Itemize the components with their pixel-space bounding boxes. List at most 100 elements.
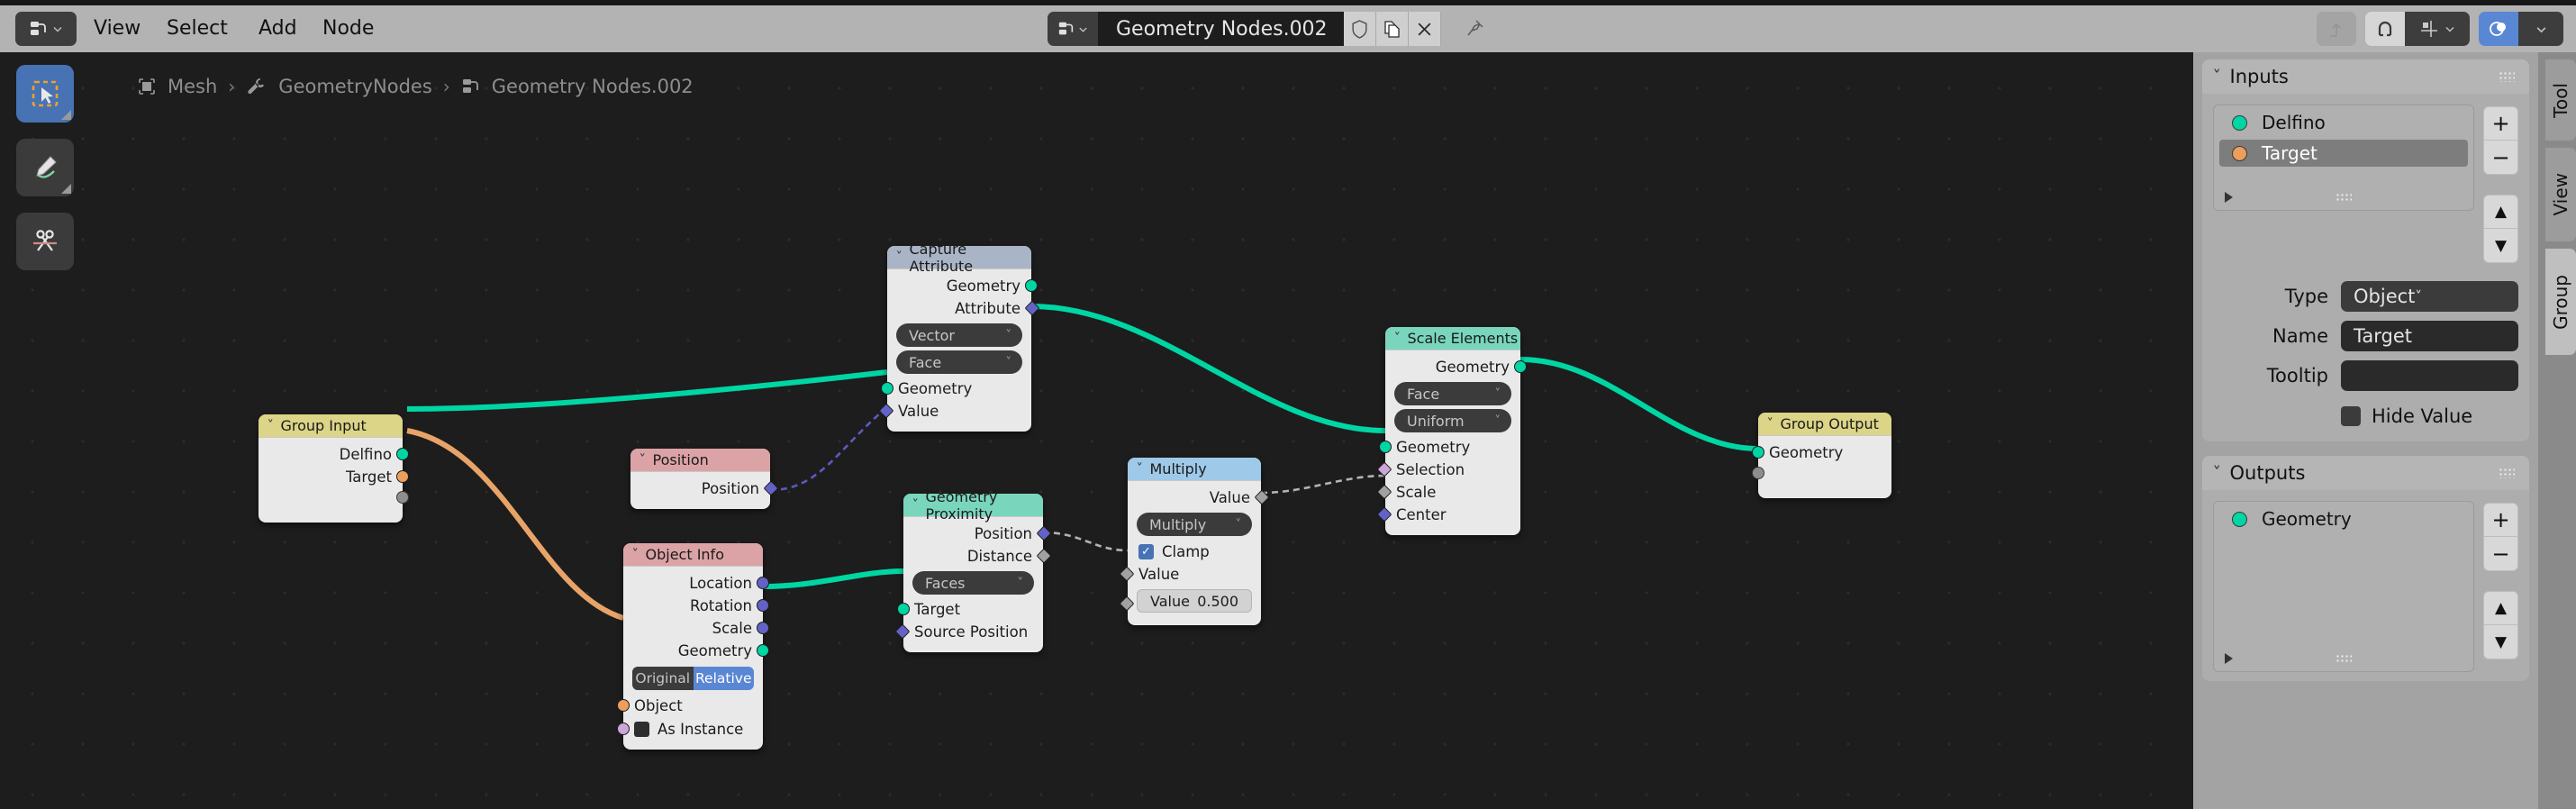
socket-geometry-input[interactable] (1379, 441, 1392, 453)
outputs-panel-header[interactable]: ˅ Outputs (2202, 456, 2529, 490)
socket-distance-output[interactable] (1036, 548, 1052, 564)
collapse-chevron-icon[interactable]: ˅ (268, 419, 274, 432)
socket-geometry-input[interactable] (1752, 446, 1764, 459)
list-resize-grip-icon[interactable] (2336, 193, 2352, 202)
node-socket-row-target-in[interactable]: Target (897, 598, 1043, 621)
node-socket-row-object-in[interactable]: Object (617, 695, 763, 717)
node-header[interactable]: ˅ Multiply (1128, 458, 1261, 481)
inputs-panel-header[interactable]: ˅ Inputs (2202, 59, 2529, 94)
socket-value-input-2[interactable] (1119, 595, 1135, 612)
tab-tool[interactable]: Tool (2544, 59, 2576, 141)
tool-annotate[interactable] (16, 139, 74, 196)
node-socket-row-position-out[interactable]: Position (903, 523, 1052, 545)
outputs-list-footer[interactable] (2214, 646, 2473, 671)
node-editor-canvas[interactable]: Mesh › GeometryNodes › Geometry Nodes.00… (0, 52, 2193, 809)
socket-selection-input[interactable] (1376, 461, 1392, 477)
unlink-button[interactable] (1408, 12, 1441, 46)
node-socket-row-geometry-out[interactable]: Geometry (887, 275, 1038, 297)
tab-group[interactable]: Group (2544, 249, 2576, 355)
node-header[interactable]: ˅ Object Info (623, 543, 763, 567)
menu-add[interactable]: Add (257, 15, 299, 42)
socket-object-input[interactable] (617, 699, 630, 712)
tool-tweak-select-box[interactable] (16, 65, 74, 123)
collapse-chevron-icon[interactable]: ˅ (1767, 417, 1773, 431)
data-type-dropdown[interactable]: Vector ˅ (896, 323, 1022, 347)
node-socket-row-source-position-in[interactable]: Source Position (894, 621, 1043, 643)
node-socket-row-location[interactable]: Location (623, 572, 769, 595)
menu-node[interactable]: Node (321, 15, 376, 42)
outputs-list[interactable]: Geometry (2213, 501, 2474, 672)
remove-input-button[interactable]: − (2483, 141, 2518, 175)
node-header[interactable]: ˅ Position (630, 449, 770, 472)
node-header[interactable]: ˅ Geometry Proximity (903, 488, 1043, 523)
node-socket-row-geometry-in[interactable]: Geometry (881, 377, 1031, 400)
pin-button[interactable] (1459, 12, 1490, 46)
hide-value-row[interactable]: Hide Value (2341, 405, 2529, 427)
toggle-option-original[interactable]: Original (632, 667, 694, 690)
value-field[interactable]: Value 0.500 (1137, 589, 1252, 613)
tool-links-cut[interactable] (16, 213, 74, 270)
inputs-list-footer[interactable] (2214, 185, 2473, 210)
clamp-row[interactable]: ✓ Clamp (1128, 540, 1261, 563)
target-element-dropdown[interactable]: Faces ˅ (912, 571, 1034, 595)
tab-view[interactable]: View (2544, 148, 2576, 241)
node-socket-row-target[interactable]: Target (259, 466, 409, 488)
node-header[interactable]: ˅ Group Input (259, 414, 403, 438)
node-socket-row-geometry-out[interactable]: Geometry (1385, 356, 1527, 378)
node-scale-elements[interactable]: ˅ Scale Elements Geometry Face ˅ Uniform… (1376, 327, 1527, 535)
socket-target-input[interactable] (897, 603, 910, 615)
editor-type-button[interactable] (15, 12, 77, 46)
socket-value-input[interactable] (878, 403, 894, 419)
parent-node-group-button[interactable] (2317, 12, 2356, 46)
socket-value-input-1[interactable] (1119, 566, 1135, 582)
socket-value-output[interactable] (1254, 489, 1270, 505)
overlays-toggle-button[interactable] (2479, 12, 2518, 46)
tooltip-input[interactable] (2341, 360, 2518, 391)
socket-scale-input[interactable] (1376, 484, 1392, 500)
move-input-up-button[interactable]: ▲ (2483, 195, 2518, 229)
list-item[interactable]: Target (2219, 140, 2468, 167)
expand-triangle-icon[interactable] (2225, 192, 2233, 203)
breadcrumb-item-geometrynodes[interactable]: GeometryNodes (278, 76, 431, 97)
socket-center-input[interactable] (1376, 506, 1392, 523)
node-socket-row-distance-out[interactable]: Distance (903, 545, 1052, 568)
snap-toggle-button[interactable] (2365, 12, 2405, 46)
add-output-button[interactable]: + (2483, 503, 2518, 537)
node-group-output[interactable]: ˅ Group Output Geometry (1752, 413, 1891, 498)
collapse-chevron-icon[interactable]: ˅ (2212, 68, 2221, 86)
node-geometry-proximity[interactable]: ˅ Geometry Proximity Position Distance F… (894, 488, 1052, 652)
socket-geometry-input[interactable] (881, 382, 893, 395)
node-header[interactable]: ˅ Scale Elements (1385, 327, 1520, 350)
move-output-down-button[interactable]: ▼ (2483, 625, 2518, 659)
move-input-down-button[interactable]: ▼ (2483, 229, 2518, 263)
add-input-button[interactable]: + (2483, 106, 2518, 141)
node-socket-row-delfino[interactable]: Delfino (259, 443, 409, 466)
node-socket-row-geometry-in[interactable]: Geometry (1752, 441, 1891, 464)
list-resize-grip-icon[interactable] (2336, 654, 2352, 663)
type-dropdown[interactable]: Object ˅ (2341, 281, 2518, 312)
socket-delfino-output[interactable] (396, 448, 409, 460)
node-group-browse-button[interactable] (1048, 12, 1098, 46)
socket-scale-output[interactable] (757, 622, 769, 634)
as-instance-checkbox[interactable] (634, 721, 649, 737)
node-socket-row-value-out[interactable]: Value (1128, 486, 1270, 509)
node-socket-row-selection-in[interactable]: Selection (1376, 459, 1520, 481)
domain-dropdown[interactable]: Face ˅ (896, 350, 1022, 374)
node-socket-row-scale-in[interactable]: Scale (1376, 481, 1520, 504)
breadcrumb-item-nodegroup[interactable]: Geometry Nodes.002 (492, 76, 694, 97)
socket-position-output[interactable] (1036, 525, 1052, 541)
node-group-input[interactable]: ˅ Group Input Delfino Target (259, 414, 409, 523)
collapse-chevron-icon[interactable]: ˅ (1137, 462, 1143, 476)
socket-location-output[interactable] (757, 577, 769, 589)
collapse-chevron-icon[interactable]: ˅ (2212, 464, 2221, 482)
socket-geometry-output[interactable] (1514, 360, 1527, 373)
list-item[interactable]: Delfino (2219, 109, 2468, 136)
socket-attribute-output[interactable] (1024, 300, 1040, 316)
node-socket-row-attribute-out[interactable]: Attribute (887, 297, 1040, 320)
math-operation-dropdown[interactable]: Multiply ˅ (1137, 513, 1252, 536)
collapse-chevron-icon[interactable]: ˅ (896, 250, 903, 264)
scale-mode-dropdown[interactable]: Uniform ˅ (1394, 409, 1511, 432)
socket-rotation-output[interactable] (757, 599, 769, 612)
snap-settings-button[interactable] (2405, 12, 2470, 46)
node-header[interactable]: ˅ Group Output (1758, 413, 1891, 436)
